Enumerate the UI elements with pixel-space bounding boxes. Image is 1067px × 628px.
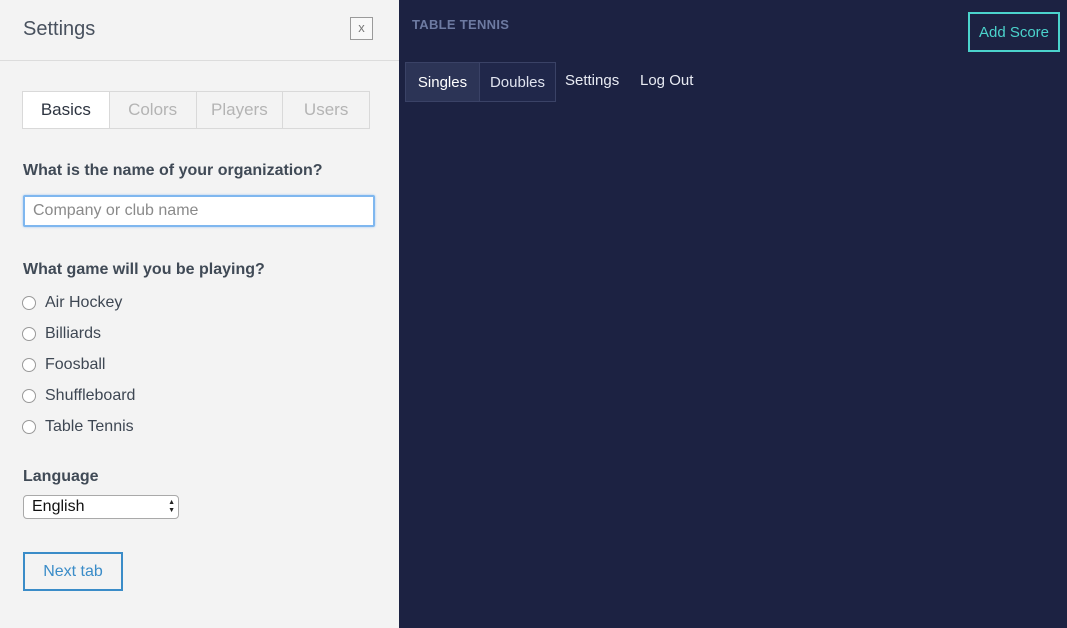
radio-option-billiards[interactable]: Billiards <box>22 318 135 349</box>
radio-option-table-tennis[interactable]: Table Tennis <box>22 411 135 442</box>
mode-toggle-group: Singles Doubles <box>405 62 556 102</box>
radio-option-air-hockey[interactable]: Air Hockey <box>22 287 135 318</box>
radio-icon[interactable] <box>22 419 36 434</box>
radio-option-foosball[interactable]: Foosball <box>22 349 135 380</box>
radio-option-shuffleboard[interactable]: Shuffleboard <box>22 380 135 411</box>
chevron-up-down-icon: ▲ ▼ <box>168 499 175 514</box>
singles-button[interactable]: Singles <box>406 63 479 101</box>
radio-icon[interactable] <box>22 388 36 403</box>
language-select[interactable]: English ▲ ▼ <box>23 495 179 519</box>
settings-title: Settings <box>23 18 96 40</box>
tab-players[interactable]: Players <box>195 92 283 128</box>
radio-label: Air Hockey <box>45 293 123 311</box>
settings-tabs: Basics Colors Players Users <box>22 91 370 129</box>
tab-colors[interactable]: Colors <box>108 92 196 128</box>
org-name-input[interactable] <box>23 195 375 227</box>
app-title: TABLE TENNIS <box>412 17 510 32</box>
radio-icon[interactable] <box>22 357 36 372</box>
game-question-label: What game will you be playing? <box>23 261 265 278</box>
tab-users[interactable]: Users <box>282 92 369 128</box>
radio-label: Table Tennis <box>45 417 134 435</box>
game-radio-list: Air Hockey Billiards Foosball Shuffleboa… <box>22 287 135 442</box>
close-button[interactable]: x <box>350 17 373 40</box>
settings-link[interactable]: Settings <box>565 72 619 89</box>
doubles-button[interactable]: Doubles <box>479 63 555 101</box>
radio-icon[interactable] <box>22 295 36 310</box>
logout-link[interactable]: Log Out <box>640 72 693 89</box>
org-name-label: What is the name of your organization? <box>23 162 323 179</box>
radio-label: Foosball <box>45 355 106 373</box>
add-score-button[interactable]: Add Score <box>968 12 1060 52</box>
settings-panel: Settings x Basics Colors Players Users W… <box>0 0 399 628</box>
language-label: Language <box>23 468 99 485</box>
language-selected-value: English <box>32 498 85 515</box>
tab-basics[interactable]: Basics <box>23 92 109 128</box>
settings-header: Settings x <box>0 0 399 61</box>
radio-icon[interactable] <box>22 326 36 341</box>
radio-label: Shuffleboard <box>45 386 136 404</box>
close-icon: x <box>358 20 365 35</box>
radio-label: Billiards <box>45 324 102 342</box>
next-tab-button[interactable]: Next tab <box>23 552 123 591</box>
